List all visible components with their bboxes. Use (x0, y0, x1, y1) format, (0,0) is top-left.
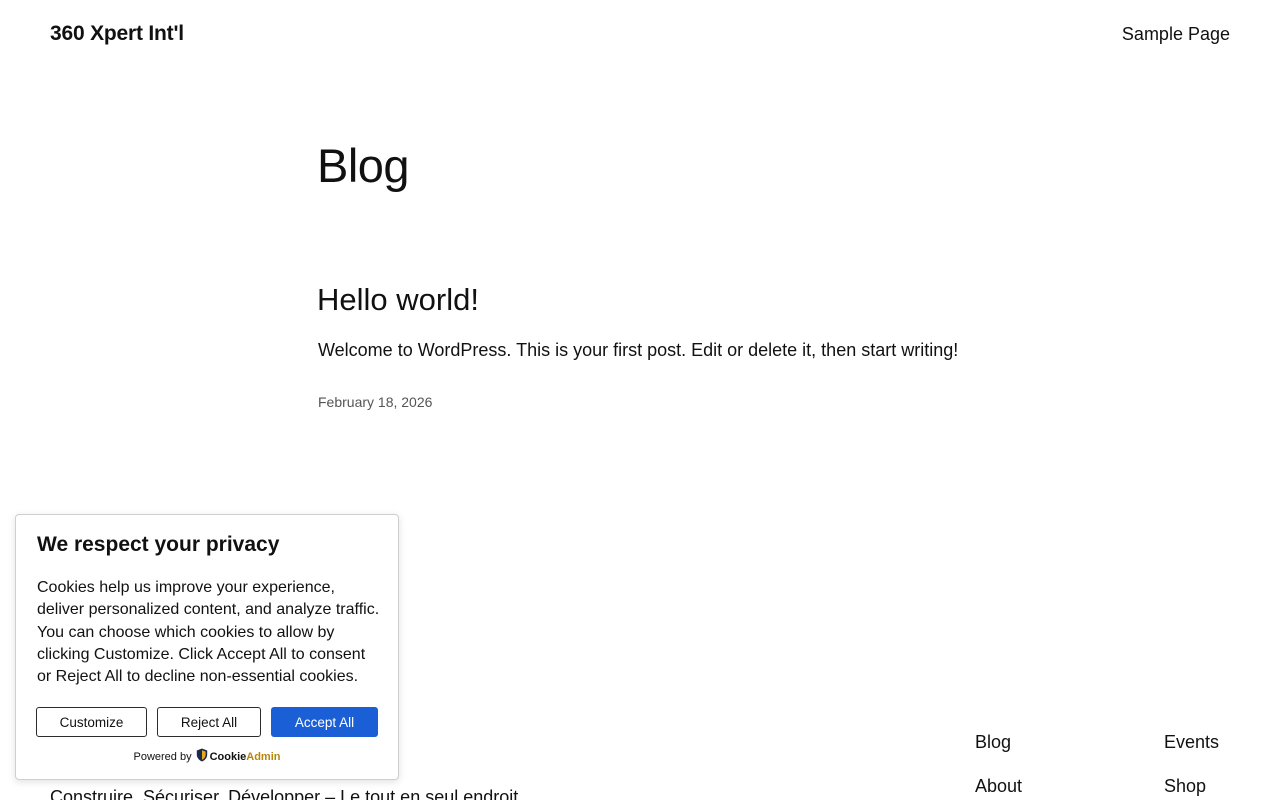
post-title[interactable]: Hello world! (317, 282, 479, 318)
cookieadmin-brand-part1: Cookie (209, 750, 247, 763)
cookie-banner: We respect your privacy Cookies help us … (15, 514, 399, 780)
cookie-banner-title: We respect your privacy (37, 533, 280, 556)
nav-link-sample-page[interactable]: Sample Page (1122, 24, 1230, 45)
accept-all-button[interactable]: Accept All (271, 707, 378, 737)
page: 360 Xpert Int'l Sample Page Blog Hello w… (0, 0, 1280, 800)
page-title: Blog (317, 139, 410, 192)
powered-by-label: Powered by (133, 750, 192, 763)
post-excerpt: Welcome to WordPress. This is your first… (318, 340, 959, 360)
shield-icon (196, 748, 208, 765)
site-title[interactable]: 360 Xpert Int'l (50, 22, 184, 46)
customize-button[interactable]: Customize (36, 707, 147, 737)
footer-tagline: Construire. Sécuriser. Développer – Le t… (50, 787, 519, 800)
cookieadmin-logo[interactable]: CookieAdmin (196, 748, 281, 765)
cookieadmin-brand-part2: Admin (246, 750, 281, 763)
post-date: February 18, 2026 (318, 394, 433, 410)
footer-link-blog[interactable]: Blog (975, 732, 1011, 753)
footer-link-events[interactable]: Events (1164, 732, 1219, 753)
reject-all-button[interactable]: Reject All (157, 707, 261, 737)
powered-by: Powered by CookieAdmin (16, 748, 398, 765)
footer-link-about[interactable]: About (975, 776, 1022, 797)
footer-link-shop[interactable]: Shop (1164, 776, 1206, 797)
cookieadmin-brand: CookieAdmin (210, 751, 281, 763)
cookie-banner-text: Cookies help us improve your experience,… (37, 579, 380, 686)
